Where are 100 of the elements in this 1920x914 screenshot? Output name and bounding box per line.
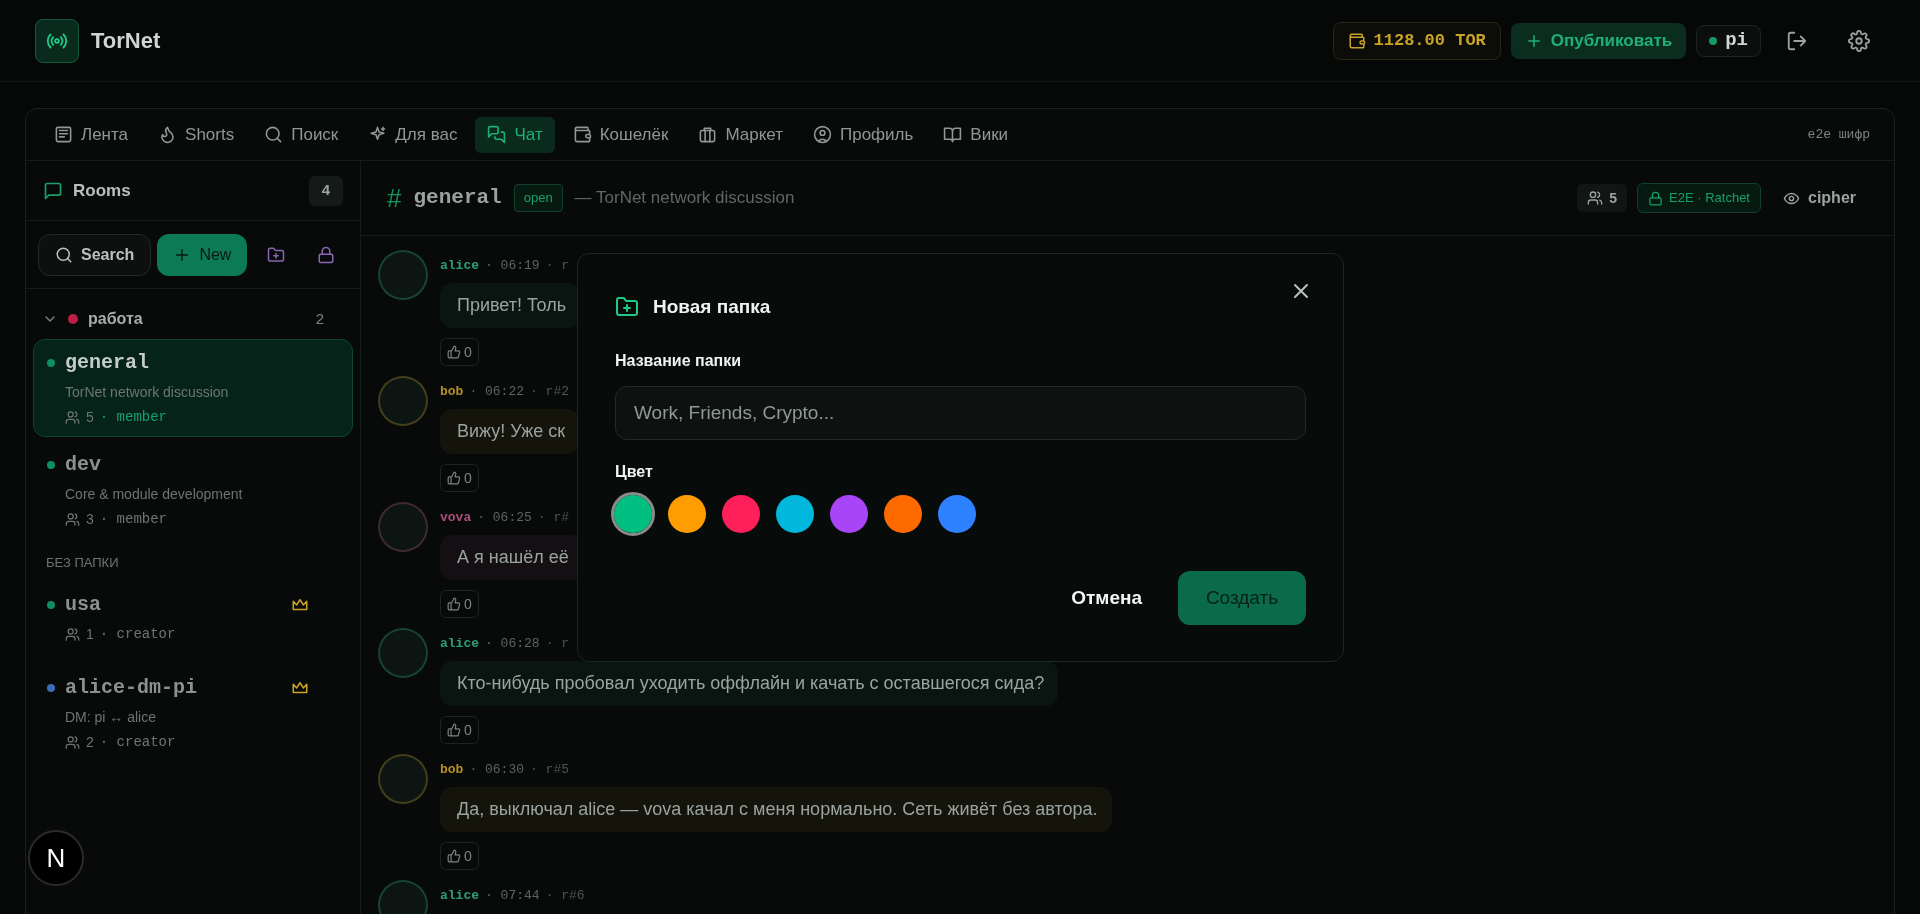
- folder-row[interactable]: работа 2: [26, 299, 360, 339]
- nav-tab[interactable]: Shorts: [146, 116, 247, 153]
- message-ref: · r#2: [530, 383, 570, 402]
- like-button[interactable]: 0: [440, 716, 479, 744]
- encryption-note: e2e шифр: [1807, 125, 1870, 144]
- field-label: Цвет: [615, 462, 654, 482]
- thumbs-up-icon: [447, 723, 461, 737]
- color-swatch[interactable]: [611, 492, 655, 536]
- message-ref: · r: [545, 257, 570, 276]
- avatar-image: [378, 502, 428, 552]
- nav-tab[interactable]: Лента: [42, 116, 141, 153]
- nav-tab[interactable]: Чат: [475, 116, 555, 153]
- balance-chip: 1128.00 TOR: [1332, 21, 1501, 60]
- room-description: TorNet network discussion: [65, 383, 230, 402]
- users-icon: [65, 734, 80, 750]
- like-button[interactable]: 0: [440, 338, 479, 366]
- channel-topic: — TorNet network discussion: [574, 187, 795, 210]
- nav-tab[interactable]: Для вас: [356, 116, 470, 153]
- book-icon: [943, 125, 963, 144]
- member-count: 3: [86, 510, 94, 529]
- author-name: bob: [440, 761, 464, 780]
- nav-tab[interactable]: Профиль: [800, 116, 926, 153]
- folder-count: 2: [315, 308, 324, 329]
- thumbs-up-icon: [447, 345, 461, 359]
- room-description: Core & module development: [65, 485, 244, 504]
- room-description: DM: pi ↔ alice: [65, 707, 158, 727]
- users-icon: [65, 410, 80, 425]
- room-item[interactable]: general TorNet network discussion 5 · member: [33, 339, 353, 437]
- new-folder-icon[interactable]: [266, 245, 285, 264]
- users-icon: [65, 626, 80, 642]
- chat-bubbles-icon: [487, 125, 507, 144]
- wallet-icon: [1347, 31, 1366, 50]
- author-name: vova: [440, 509, 472, 528]
- room-name: usa: [65, 591, 101, 618]
- chat-icon: [43, 180, 63, 201]
- message-time: · 06:30: [469, 761, 524, 780]
- member-count: 2: [86, 732, 94, 752]
- avatar-image: [378, 250, 428, 300]
- like-button[interactable]: 0: [440, 842, 479, 870]
- room-name: general: [65, 350, 149, 376]
- like-button[interactable]: 0: [440, 590, 479, 618]
- nav-tab[interactable]: Маркет: [686, 116, 795, 153]
- member-count: 1: [86, 624, 94, 644]
- new-room-button[interactable]: New: [157, 233, 248, 276]
- thumbs-up-icon: [447, 597, 461, 611]
- message-bubble: Да, выключал alice — vova качал с меня нормально. Сеть живёт без автора.: [440, 787, 1112, 832]
- section-label: БЕЗ ПАПКИ: [45, 554, 120, 572]
- room-item[interactable]: dev Core & module development 3 · member: [33, 441, 353, 539]
- member-count: 5: [86, 408, 94, 427]
- lock-icon: [1648, 190, 1664, 206]
- avatar-image: [378, 628, 428, 678]
- message-ref: · r#6: [545, 887, 585, 906]
- avatar-image: [378, 376, 428, 426]
- settings-icon[interactable]: [1848, 29, 1870, 52]
- search-icon: [264, 125, 284, 144]
- thumbs-up-icon: [447, 849, 461, 863]
- wallet-icon: [572, 125, 592, 144]
- author-name: alice: [440, 257, 479, 276]
- message-time: · 06:22: [469, 383, 524, 402]
- publish-button[interactable]: Опубликовать: [1510, 22, 1687, 59]
- search-icon: [55, 245, 73, 264]
- room-item[interactable]: usa 1 · creator: [33, 580, 353, 654]
- like-button[interactable]: 0: [440, 464, 479, 492]
- cancel-button[interactable]: Отмена: [1071, 573, 1142, 623]
- folder-name: работа: [88, 309, 143, 329]
- avatar-image: [378, 754, 428, 804]
- message-time: · 06:28: [485, 635, 540, 654]
- user-chip[interactable]: pi: [1696, 24, 1761, 57]
- room-role: · member: [99, 510, 167, 529]
- message-time: · 06:25: [477, 509, 532, 528]
- channel-hash: #: [387, 181, 402, 215]
- cipher-toggle[interactable]: cipher: [1771, 183, 1868, 213]
- dialog-title: Новая папка: [653, 294, 771, 319]
- access-badge: open: [513, 184, 563, 212]
- thumbs-up-icon: [447, 471, 461, 485]
- message-time: · 07:44: [485, 887, 540, 906]
- logout-icon[interactable]: [1786, 29, 1808, 52]
- users-icon: [65, 512, 80, 527]
- search-button[interactable]: Search: [38, 233, 152, 276]
- newspaper-icon: [54, 125, 73, 144]
- lock-icon[interactable]: [316, 245, 335, 264]
- author-name: alice: [440, 635, 479, 654]
- rooms-title: Rooms: [73, 179, 131, 202]
- message-ref: · r#: [537, 509, 570, 528]
- new-folder-icon: [615, 295, 639, 319]
- user-circle-icon: [812, 125, 832, 144]
- nav-tab[interactable]: Кошелёк: [560, 116, 681, 153]
- message-ref: · r: [545, 635, 570, 654]
- folder-name-input[interactable]: Work, Friends, Crypto...: [615, 386, 1306, 440]
- nav-tab[interactable]: Поиск: [252, 116, 351, 153]
- message-bubble: Вижу! Уже ск: [440, 409, 580, 454]
- members-chip: 5: [1577, 184, 1628, 212]
- rooms-count: 4: [309, 175, 343, 206]
- message-ref: · r#5: [530, 761, 570, 780]
- room-role: · member: [99, 408, 167, 427]
- users-icon: [1587, 190, 1604, 206]
- nav-tab[interactable]: Вики: [931, 116, 1021, 153]
- room-item[interactable]: alice-dm-pi DM: pi ↔ alice 2 · creator: [33, 663, 353, 762]
- room-name: dev: [65, 452, 101, 478]
- message-bubble: Кто-нибудь пробовал уходить оффлайн и качать с оставшегося сида?: [440, 661, 1059, 706]
